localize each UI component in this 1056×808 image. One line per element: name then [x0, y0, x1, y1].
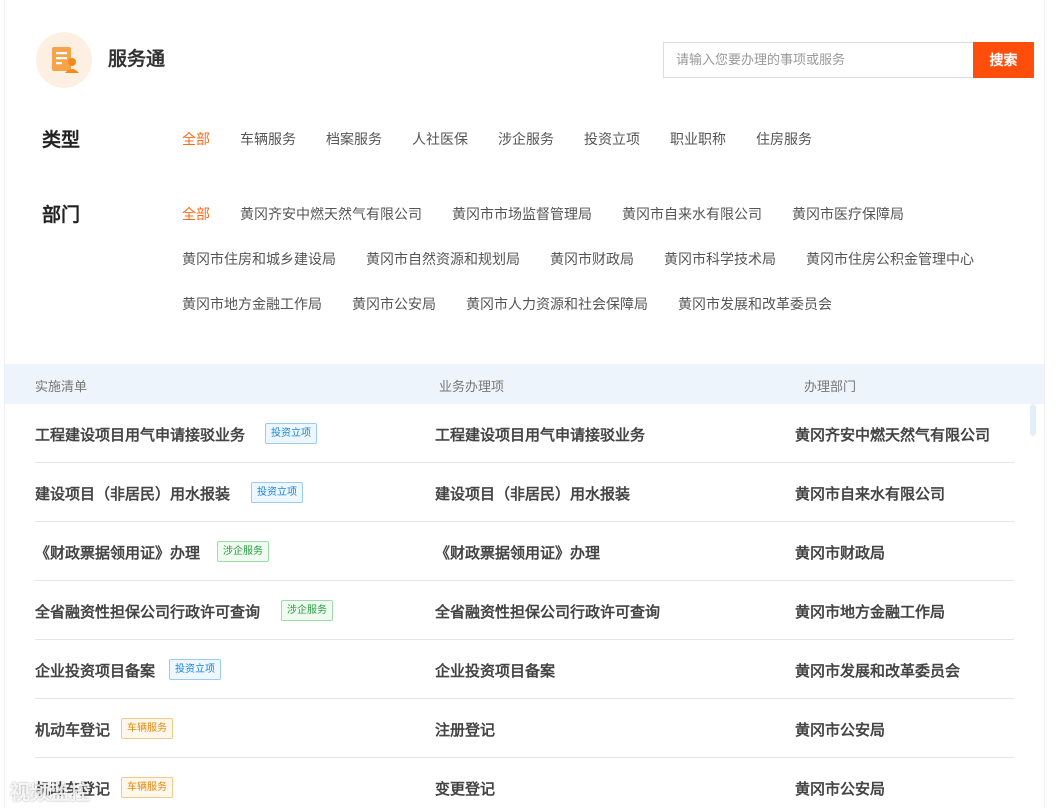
table-header: 实施清单 业务办理项 办理部门	[5, 364, 1044, 404]
table-row[interactable]: 全省融资性担保公司行政许可查询 涉企服务 全省融资性担保公司行政许可查询 黄冈市…	[35, 581, 1014, 640]
type-option-professional-title[interactable]: 职业职称	[670, 129, 726, 149]
watermark-text: 视频监控	[10, 780, 90, 804]
dept-option[interactable]: 黄冈市医疗保障局	[792, 204, 904, 224]
dept-option[interactable]: 黄冈市自然资源和规划局	[366, 249, 520, 269]
row-business-item: 全省融资性担保公司行政许可查询	[435, 603, 661, 621]
table-row[interactable]: 机动车登记 车辆服务 注册登记 黄冈市公安局	[35, 699, 1014, 758]
app-title: 服务通	[108, 48, 166, 70]
dept-option[interactable]: 黄冈市科学技术局	[664, 249, 776, 269]
category-tag: 投资立项	[169, 659, 221, 680]
table-row[interactable]: 企业投资项目备案 投资立项 企业投资项目备案 黄冈市发展和改革委员会	[35, 640, 1014, 699]
row-service-name[interactable]: 企业投资项目备案	[35, 660, 155, 681]
type-option-housing[interactable]: 住房服务	[756, 129, 812, 149]
search-button[interactable]: 搜索	[973, 42, 1034, 78]
category-tag: 涉企服务	[217, 541, 269, 562]
category-tag: 车辆服务	[121, 718, 173, 739]
dept-option[interactable]: 黄冈市人力资源和社会保障局	[466, 294, 648, 314]
app-logo	[36, 32, 92, 88]
row-service-name[interactable]: 全省融资性担保公司行政许可查询	[35, 601, 260, 622]
row-business-item: 变更登记	[435, 780, 496, 798]
row-department: 黄冈市公安局	[795, 721, 886, 739]
table-row[interactable]: 工程建设项目用气申请接驳业务 投资立项 工程建设项目用气申请接驳业务 黄冈齐安中…	[35, 404, 1014, 463]
type-option-investment[interactable]: 投资立项	[584, 129, 640, 149]
dept-option[interactable]: 黄冈市公安局	[352, 294, 436, 314]
header: 服务通 搜索	[5, 0, 1044, 120]
type-filter-label: 类型	[42, 129, 81, 151]
row-service-name[interactable]: 建设项目（非居民）用水报装	[35, 483, 230, 504]
row-service-name[interactable]: 机动车登记	[35, 719, 110, 740]
dept-option[interactable]: 黄冈市市场监督管理局	[452, 204, 592, 224]
dept-option[interactable]: 黄冈市发展和改革委员会	[678, 294, 832, 314]
row-business-item: 建设项目（非居民）用水报装	[435, 485, 631, 503]
dept-option[interactable]: 黄冈市自来水有限公司	[622, 204, 762, 224]
department-filter-label: 部门	[42, 204, 81, 226]
row-department: 黄冈市发展和改革委员会	[795, 662, 961, 680]
scrollbar-thumb[interactable]	[1030, 404, 1036, 436]
table-row[interactable]: 机动车登记 车辆服务 变更登记 黄冈市公安局	[35, 758, 1014, 808]
search-input[interactable]	[663, 42, 973, 78]
dept-option[interactable]: 黄冈市住房和城乡建设局	[182, 249, 336, 269]
row-business-item: 注册登记	[435, 721, 496, 739]
row-service-name[interactable]: 《财政票据领用证》办理	[35, 542, 200, 563]
row-department: 黄冈市地方金融工作局	[795, 603, 946, 621]
table-row[interactable]: 建设项目（非居民）用水报装 投资立项 建设项目（非居民）用水报装 黄冈市自来水有…	[35, 463, 1014, 522]
column-header-item: 业务办理项	[439, 380, 505, 395]
category-tag: 投资立项	[265, 423, 317, 444]
type-option-enterprise[interactable]: 涉企服务	[498, 129, 554, 149]
category-tag: 投资立项	[251, 482, 303, 503]
column-header-department: 办理部门	[804, 380, 857, 395]
row-department: 黄冈齐安中燃天然气有限公司	[795, 426, 991, 444]
dept-option[interactable]: 黄冈市住房公积金管理中心	[806, 249, 974, 269]
dept-option-all[interactable]: 全部	[182, 204, 210, 224]
type-option-archive[interactable]: 档案服务	[326, 129, 382, 149]
row-service-name[interactable]: 工程建设项目用气申请接驳业务	[35, 424, 245, 445]
type-option-social-medical[interactable]: 人社医保	[412, 129, 468, 149]
row-business-item: 工程建设项目用气申请接驳业务	[435, 426, 646, 444]
row-department: 黄冈市财政局	[795, 544, 886, 562]
row-business-item: 企业投资项目备案	[435, 662, 556, 680]
page-container: 服务通 搜索 类型 全部 车辆服务 档案服务 人社医保 涉企服务 投资立项 职业…	[4, 0, 1045, 808]
table-row[interactable]: 《财政票据领用证》办理 涉企服务 《财政票据领用证》办理 黄冈市财政局	[35, 522, 1014, 581]
dept-option[interactable]: 黄冈市地方金融工作局	[182, 294, 322, 314]
row-department: 黄冈市自来水有限公司	[795, 485, 946, 503]
type-option-vehicle[interactable]: 车辆服务	[240, 129, 296, 149]
row-business-item: 《财政票据领用证》办理	[435, 544, 601, 562]
category-tag: 涉企服务	[281, 600, 333, 621]
type-option-all[interactable]: 全部	[182, 129, 210, 149]
row-department: 黄冈市公安局	[795, 780, 886, 798]
column-header-list: 实施清单	[35, 380, 88, 395]
dept-option[interactable]: 黄冈市财政局	[550, 249, 634, 269]
service-document-icon	[52, 47, 79, 73]
dept-option[interactable]: 黄冈齐安中燃天然气有限公司	[240, 204, 422, 224]
category-tag: 车辆服务	[121, 777, 173, 798]
